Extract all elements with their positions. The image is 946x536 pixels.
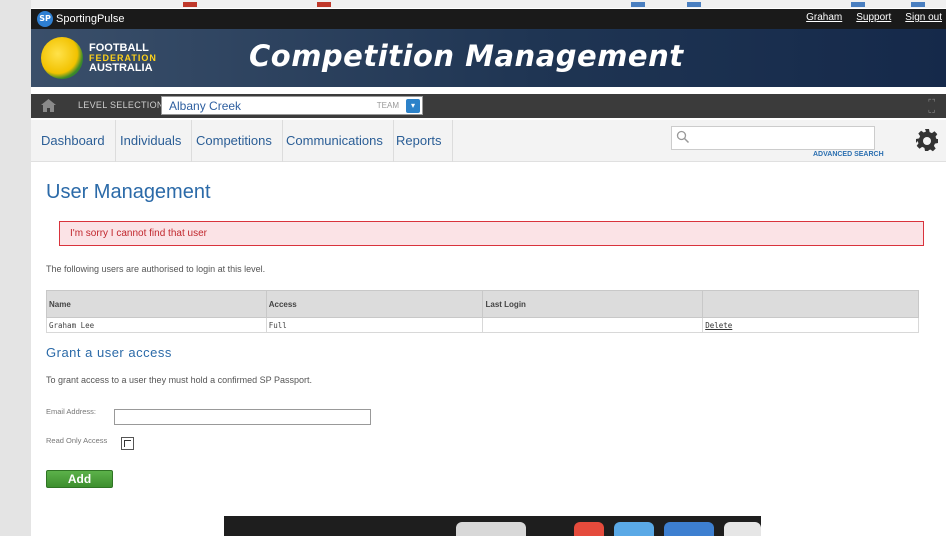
column-header-actions — [702, 290, 919, 318]
ffa-logo-text: FOOTBALL FEDERATION AUSTRALIA — [89, 42, 157, 74]
ffa-logo-icon[interactable] — [41, 37, 83, 79]
level-selection-bar: LEVEL SELECTION Albany Creek TEAM ▾ ⌜⌝ ⌞⌟ — [31, 94, 946, 118]
sportingpulse-bar: SP SportingPulse Graham Support Sign out — [31, 9, 946, 29]
column-header-name: Name — [46, 290, 267, 318]
promo-image — [224, 516, 761, 536]
search-icon — [676, 130, 690, 144]
sportingpulse-logo[interactable]: SP SportingPulse — [37, 11, 125, 27]
search-input[interactable] — [671, 126, 875, 150]
main-nav: Dashboard Individuals Competitions Commu… — [31, 120, 946, 162]
user-link[interactable]: Graham — [806, 12, 842, 23]
cell-last-login — [482, 317, 704, 333]
chevron-down-icon[interactable]: ▾ — [406, 99, 420, 113]
email-address-label: Email Address: — [46, 407, 97, 416]
users-table: Name Access Last Login Graham Lee Full D… — [46, 290, 919, 333]
table-header-row: Name Access Last Login — [46, 290, 919, 318]
page-title: User Management — [46, 181, 211, 203]
cell-user-name: Graham Lee — [46, 317, 267, 333]
add-button[interactable]: Add — [46, 470, 113, 488]
nav-dashboard[interactable]: Dashboard — [31, 120, 116, 162]
error-text: I'm sorry I cannot find that user — [70, 228, 207, 239]
email-address-input[interactable] — [114, 409, 371, 425]
left-gutter — [0, 0, 31, 536]
sign-out-link[interactable]: Sign out — [905, 12, 942, 23]
browser-top-strip — [31, 0, 946, 8]
header-banner: FOOTBALL FEDERATION AUSTRALIA Competitio… — [31, 29, 946, 87]
nav-individuals[interactable]: Individuals — [110, 120, 193, 162]
advanced-search-link[interactable]: ADVANCED SEARCH — [813, 151, 884, 158]
gear-icon[interactable] — [915, 128, 939, 152]
error-message: I'm sorry I cannot find that user — [59, 221, 924, 246]
read-only-access-label: Read Only Access — [46, 436, 108, 445]
table-row: Graham Lee Full Delete — [46, 317, 919, 333]
cell-actions: Delete — [702, 317, 919, 333]
app-title: Competition Management — [249, 39, 684, 73]
home-icon[interactable] — [40, 98, 57, 113]
support-link[interactable]: Support — [856, 12, 891, 23]
account-links: Graham Support Sign out — [806, 12, 942, 23]
column-header-last-login: Last Login — [482, 290, 704, 318]
grant-access-heading: Grant a user access — [46, 345, 172, 360]
nav-reports[interactable]: Reports — [386, 120, 453, 162]
expand-icon[interactable]: ⌜⌝ ⌞⌟ — [928, 99, 942, 114]
level-select[interactable]: Albany Creek TEAM ▾ — [161, 96, 423, 115]
column-header-access: Access — [265, 290, 484, 318]
level-selection-label: LEVEL SELECTION — [78, 100, 164, 110]
level-type-label: TEAM — [376, 101, 399, 110]
grant-access-text: To grant access to a user they must hold… — [46, 375, 312, 385]
level-select-value: Albany Creek — [169, 99, 242, 113]
nav-communications[interactable]: Communications — [276, 120, 394, 162]
read-only-access-checkbox[interactable] — [121, 437, 134, 450]
users-intro-text: The following users are authorised to lo… — [46, 264, 266, 274]
nav-competitions[interactable]: Competitions — [186, 120, 283, 162]
sp-logo-icon: SP — [37, 11, 53, 27]
delete-user-link[interactable]: Delete — [705, 321, 732, 330]
cell-access: Full — [265, 317, 484, 333]
sp-brand-text: SportingPulse — [56, 13, 125, 25]
